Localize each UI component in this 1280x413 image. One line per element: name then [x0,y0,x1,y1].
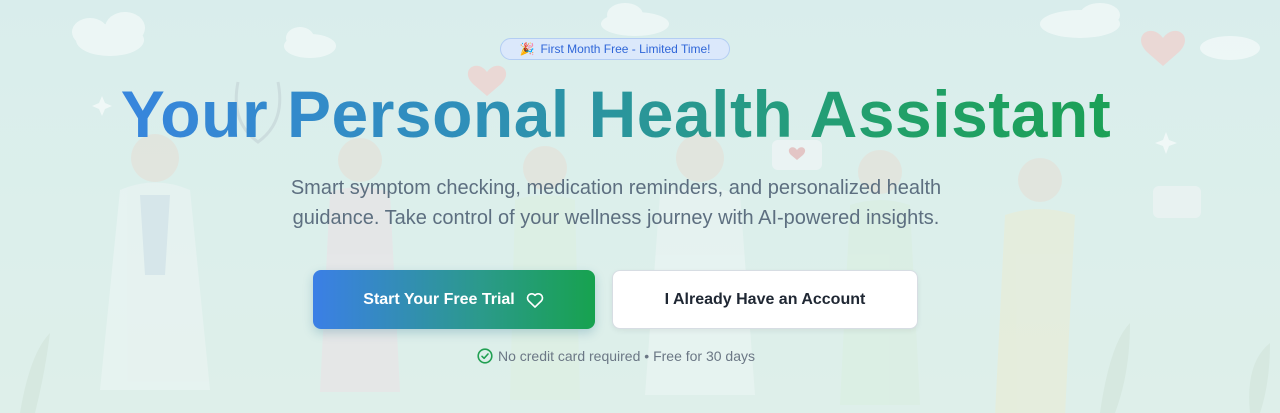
trial-note-text: No credit card required • Free for 30 da… [497,348,756,364]
existing-account-label: I Already Have an Account [664,290,866,308]
promo-badge: 🎉 First Month Free - Limited Time! [500,38,730,60]
trial-note: No credit card required • Free for 30 da… [0,348,1232,364]
existing-account-button[interactable]: I Already Have an Account [612,270,918,329]
hero-section: 🎉 First Month Free - Limited Time! Your … [0,0,1280,413]
hero-subtitle: Smart symptom checking, medication remin… [290,177,942,229]
heart-icon [526,292,544,308]
check-circle-icon [477,348,493,364]
hero-title: Your Personal Health Assistant [0,74,1232,154]
start-free-trial-label: Start Your Free Trial [363,290,515,308]
start-free-trial-button[interactable]: Start Your Free Trial [313,270,595,329]
party-popper-icon: 🎉 [519,42,535,56]
promo-badge-text: First Month Free - Limited Time! [540,42,711,56]
